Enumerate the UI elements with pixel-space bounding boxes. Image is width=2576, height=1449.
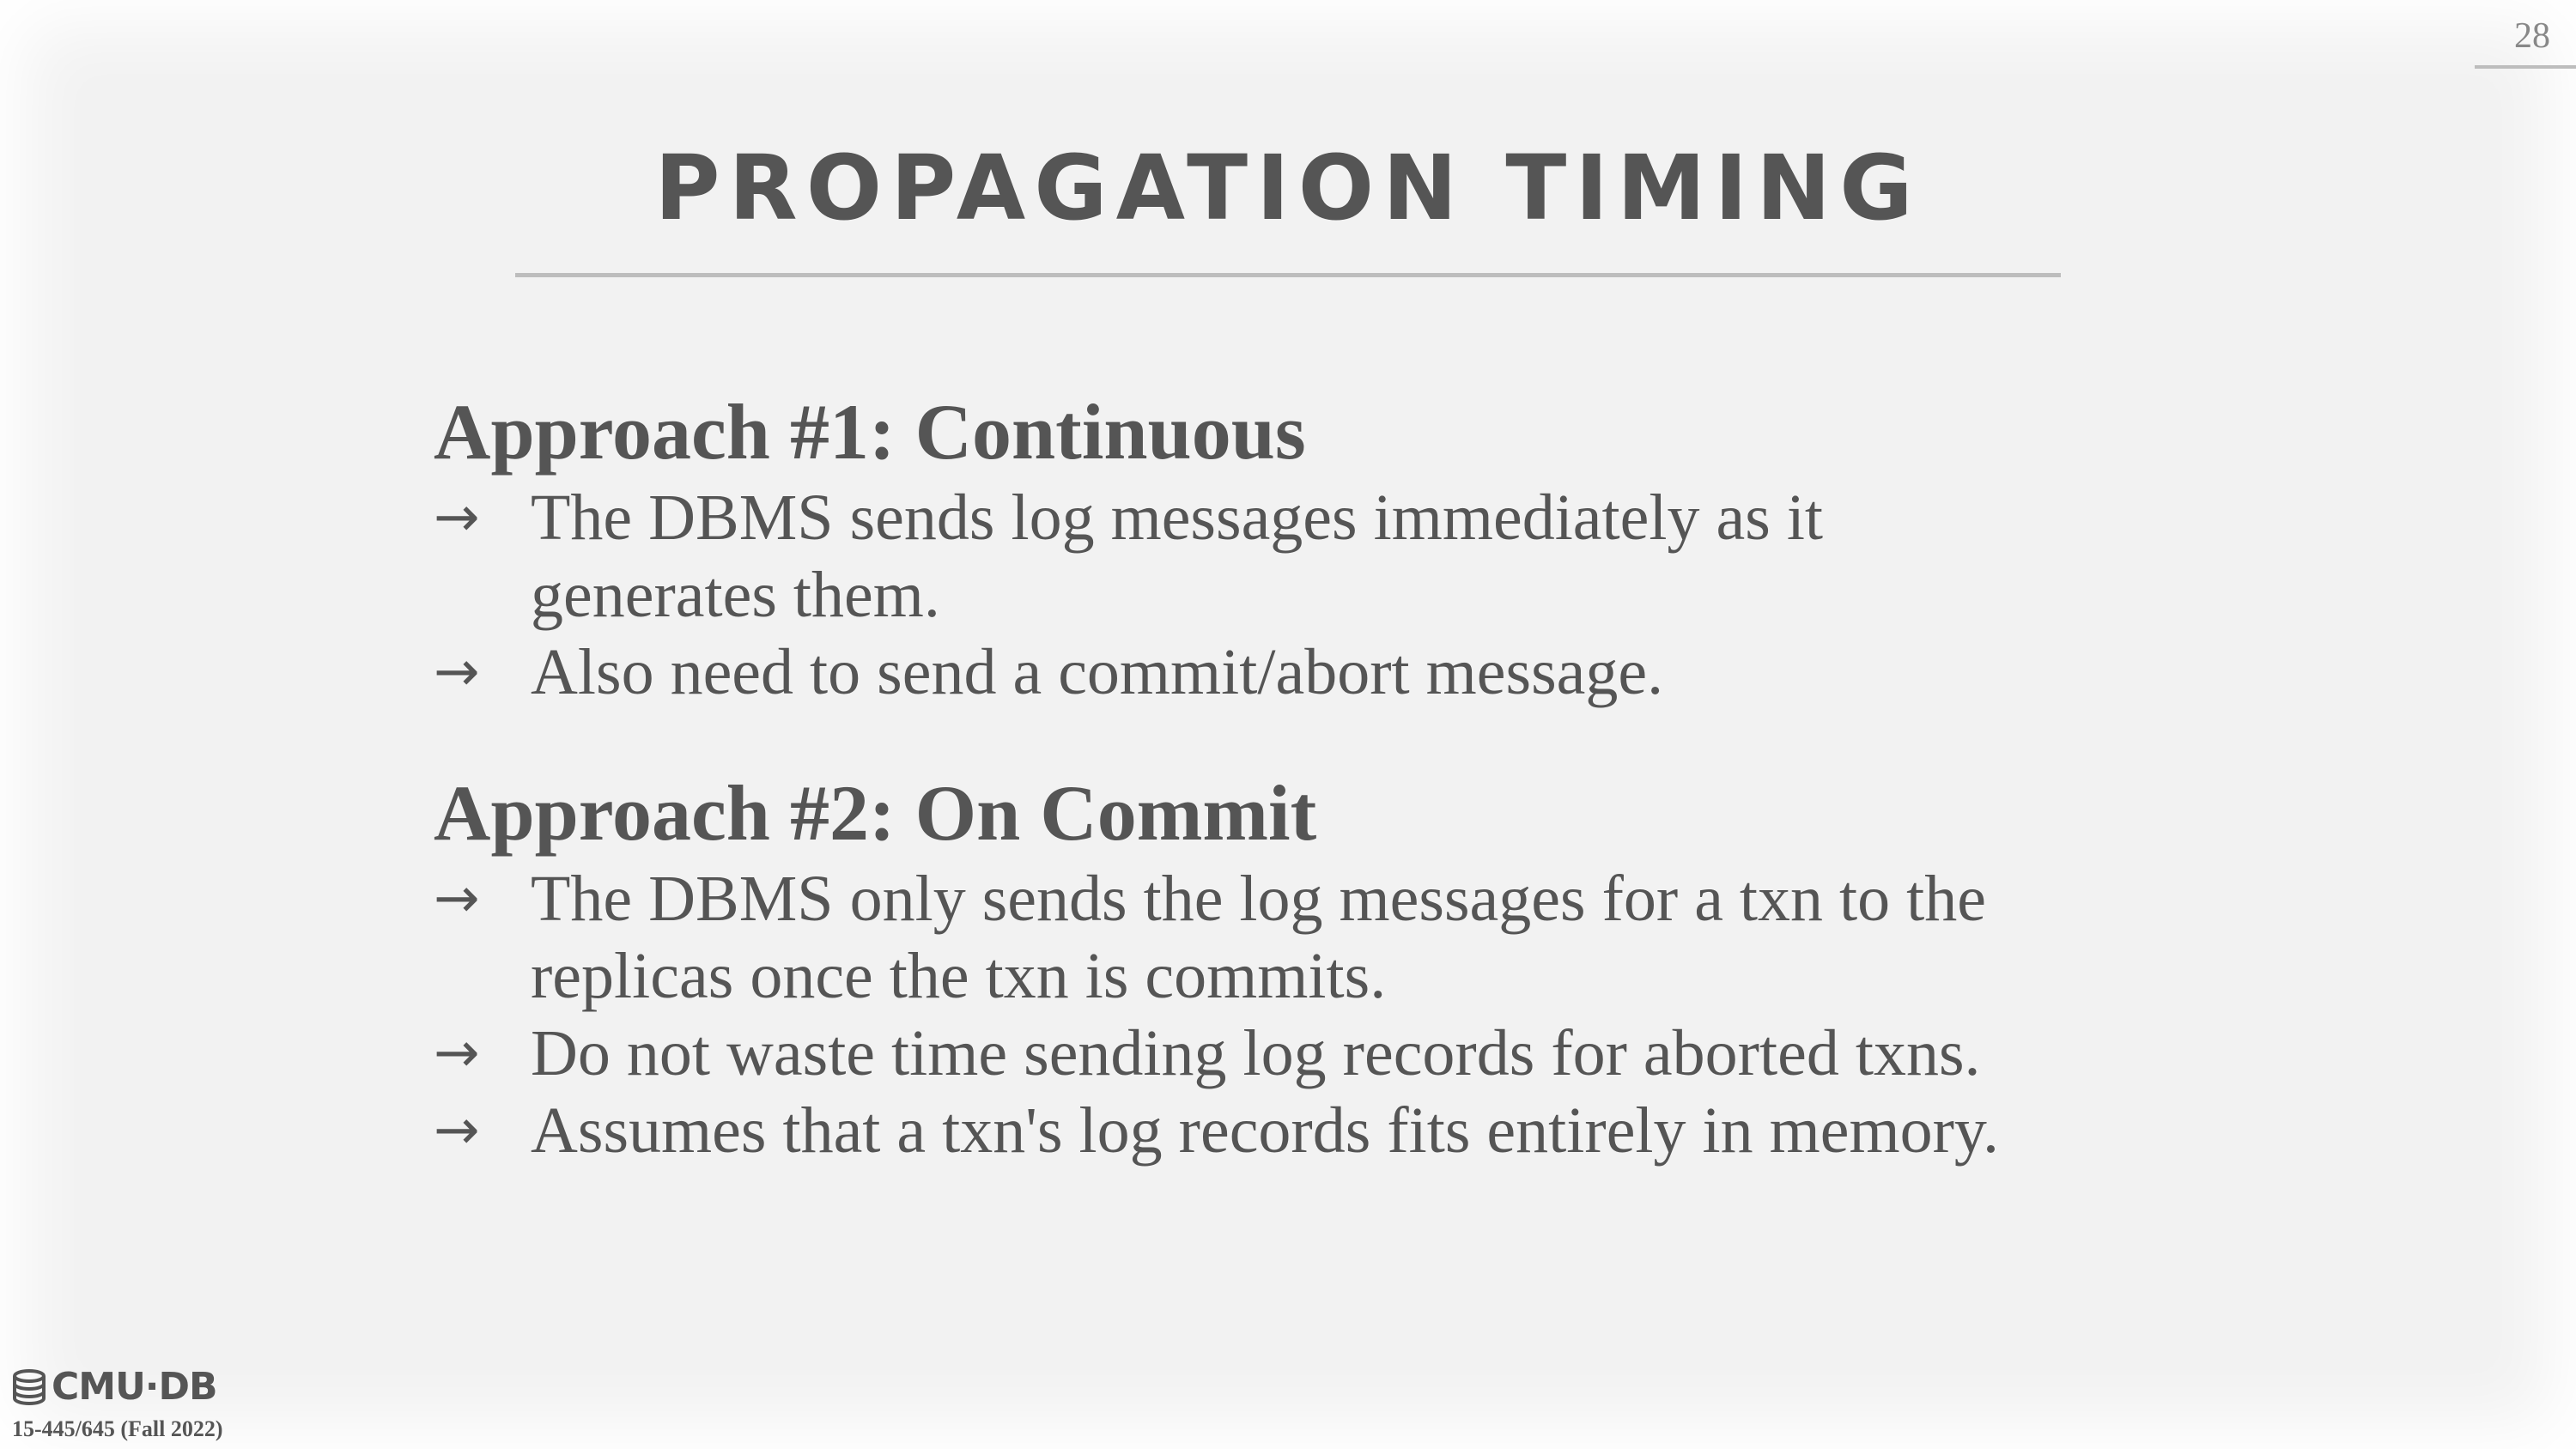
bullet-item: → The DBMS only sends the log messages f… <box>434 860 2151 1015</box>
arrow-right-icon: → <box>434 867 480 931</box>
slide-content: Approach #1: Continuous → The DBMS sends… <box>434 385 2151 1169</box>
slide: 28 PROPAGATION TIMING Approach #1: Conti… <box>0 0 2576 1449</box>
bullet-item: → Also need to send a commit/abort messa… <box>434 634 2151 711</box>
bullet-text-line: Do not waste time sending log records fo… <box>531 1017 1981 1089</box>
bullet-list-approach-2: → The DBMS only sends the log messages f… <box>434 860 2151 1169</box>
bullet-text-line: The DBMS sends log messages immediately … <box>531 482 1824 554</box>
bullet-text-line: The DBMS only sends the log messages for… <box>531 863 1987 935</box>
bullet-text-line: generates them. <box>531 559 940 631</box>
section-heading-approach-1: Approach #1: Continuous <box>434 388 1306 476</box>
page-number-divider <box>2475 65 2576 69</box>
logo-text: CMU·DB <box>52 1365 218 1409</box>
section-heading-approach-2: Approach #2: On Commit <box>434 769 1317 857</box>
course-label: 15-445/645 (Fall 2022) <box>12 1416 223 1441</box>
bullet-text-line: Assumes that a txn's log records fits en… <box>531 1094 1999 1167</box>
arrow-right-icon: → <box>434 486 480 549</box>
bullet-list-approach-1: → The DBMS sends log messages immediatel… <box>434 479 2151 711</box>
bullet-text-line: Also need to send a commit/abort message… <box>531 636 1664 708</box>
bullet-item: → The DBMS sends log messages immediatel… <box>434 479 2151 634</box>
arrow-right-icon: → <box>434 1022 480 1085</box>
database-stack-icon <box>13 1368 46 1405</box>
bullet-text-line: replicas once the txn is commits. <box>531 940 1387 1012</box>
arrow-right-icon: → <box>434 640 480 704</box>
arrow-right-icon: → <box>434 1099 480 1162</box>
slide-title: PROPAGATION TIMING <box>654 136 1922 240</box>
page-number: 28 <box>2514 16 2550 56</box>
title-divider <box>515 273 2061 277</box>
bullet-item: → Do not waste time sending log records … <box>434 1015 2151 1092</box>
cmu-db-logo: CMU·DB <box>10 1365 218 1409</box>
bullet-item: → Assumes that a txn's log records fits … <box>434 1092 2151 1169</box>
